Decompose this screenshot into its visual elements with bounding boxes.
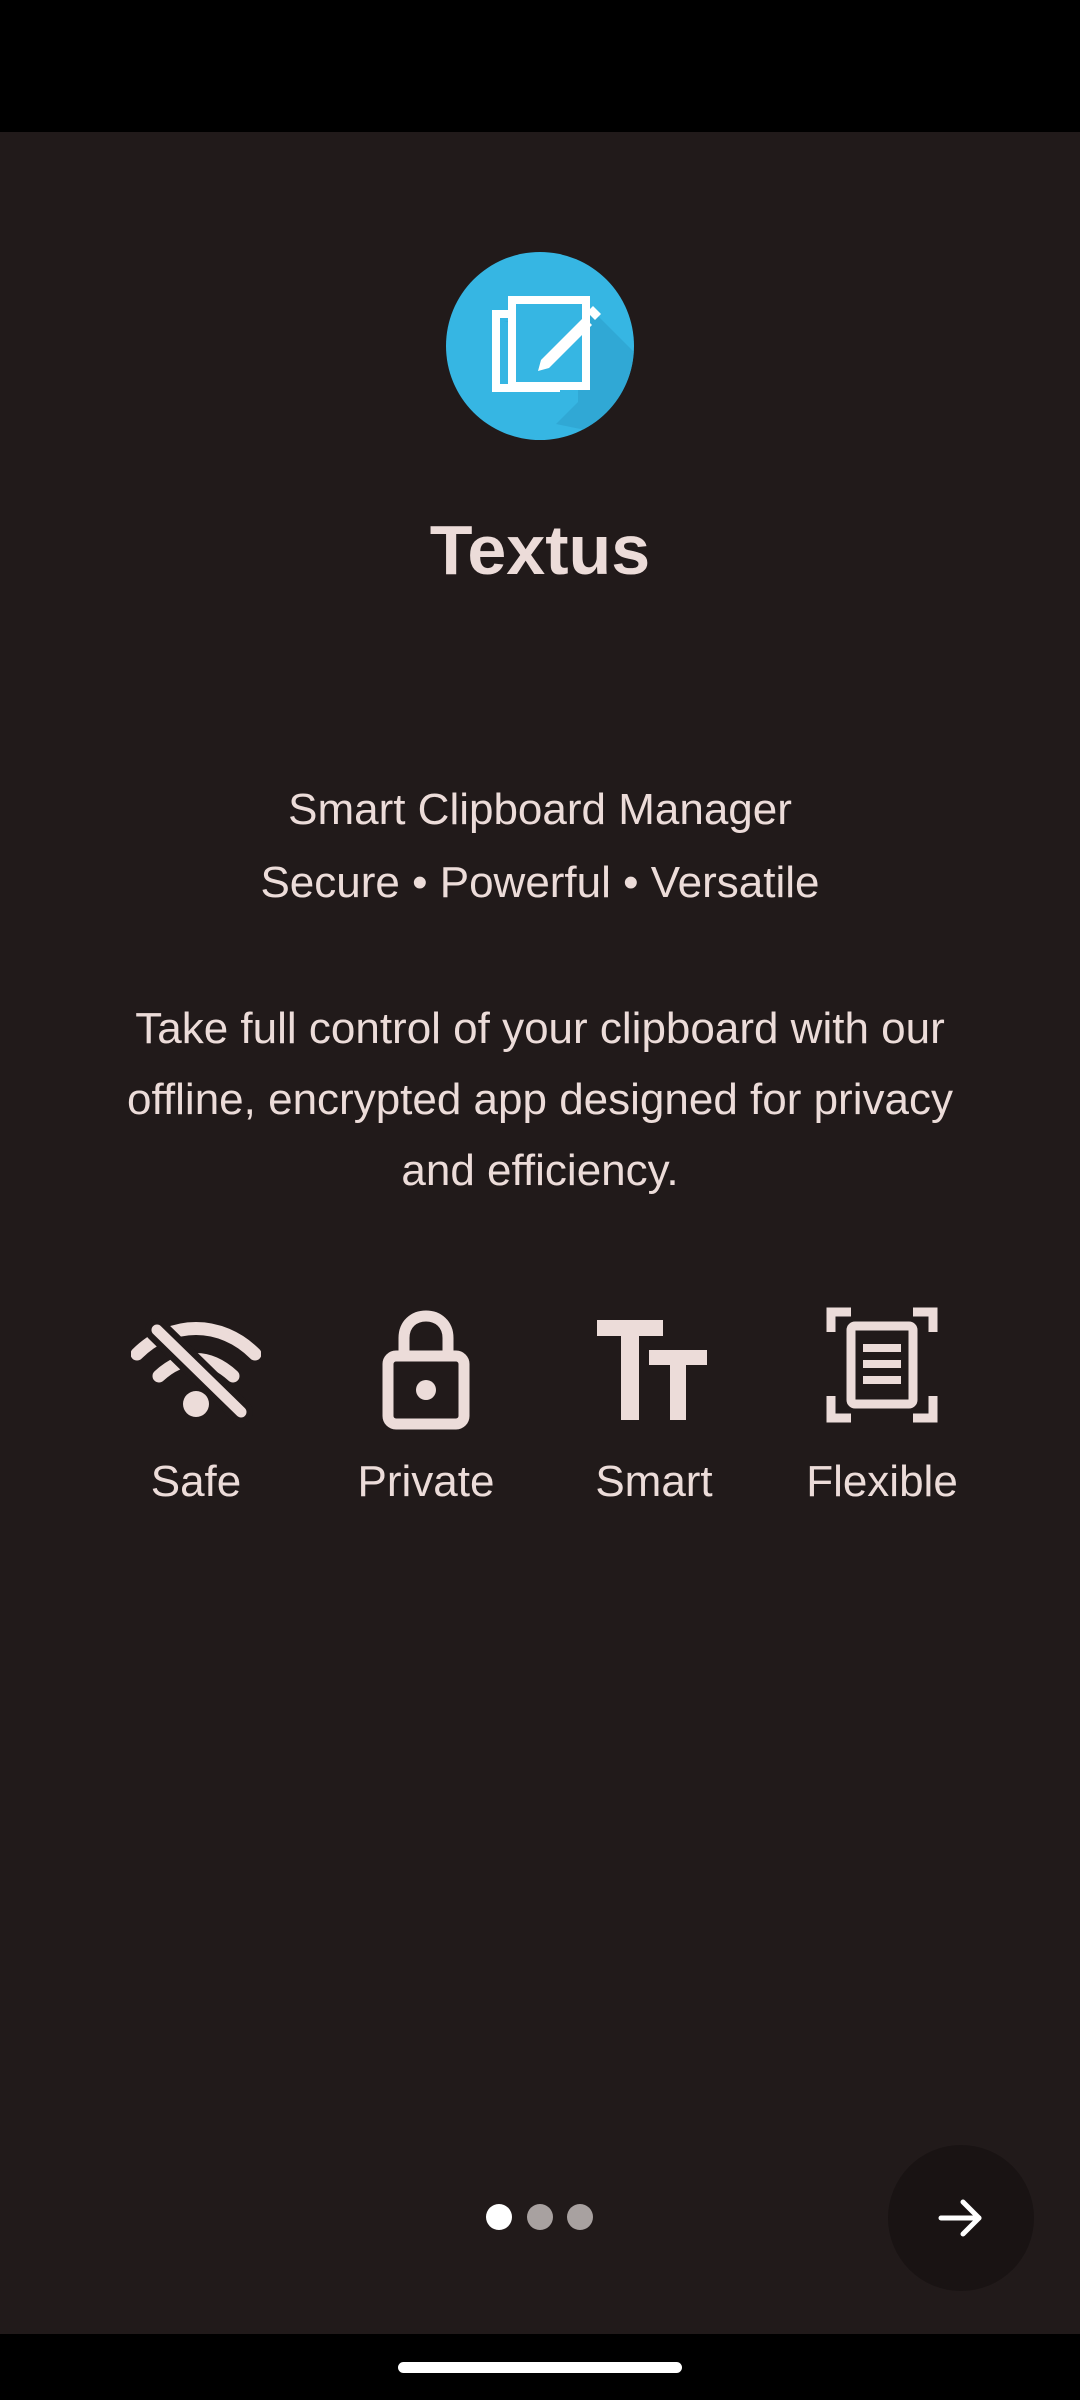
feature-flexible: Flexible xyxy=(772,1300,992,1530)
status-bar xyxy=(0,0,1080,132)
app-description: Take full control of your clipboard with… xyxy=(127,1004,953,1195)
wifi-off-icon xyxy=(131,1318,261,1424)
feature-private: Private xyxy=(316,1300,536,1530)
arrow-right-icon xyxy=(938,2199,982,2237)
clipboard-edit-icon xyxy=(492,296,634,440)
next-button[interactable] xyxy=(888,2145,1034,2291)
lock-icon xyxy=(382,1310,470,1430)
onboarding-content xyxy=(0,132,1080,2334)
page-dot-1 xyxy=(486,2204,512,2230)
onboarding-screen: Textus Smart Clipboard Manager Secure • … xyxy=(0,0,1080,2400)
app-title: Textus xyxy=(429,511,651,589)
home-indicator[interactable] xyxy=(398,2362,682,2373)
feature-label: Smart xyxy=(595,1457,713,1506)
feature-label: Safe xyxy=(150,1457,242,1506)
feature-label: Private xyxy=(357,1457,495,1506)
page-dot-3 xyxy=(567,2204,593,2230)
tagline-secondary: Secure • Powerful • Versatile xyxy=(260,858,820,907)
page-dot-2 xyxy=(527,2204,553,2230)
feature-safe: Safe xyxy=(86,1300,306,1530)
navigation-bar xyxy=(0,2334,1080,2400)
feature-label: Flexible xyxy=(806,1457,958,1506)
tagline-primary: Smart Clipboard Manager xyxy=(288,785,792,834)
feature-smart: Smart xyxy=(544,1300,764,1530)
text-size-icon xyxy=(597,1320,707,1420)
document-scan-icon xyxy=(826,1307,938,1423)
feature-list: Safe Private Smart Flexible xyxy=(0,1300,1080,1530)
app-logo xyxy=(446,252,634,440)
